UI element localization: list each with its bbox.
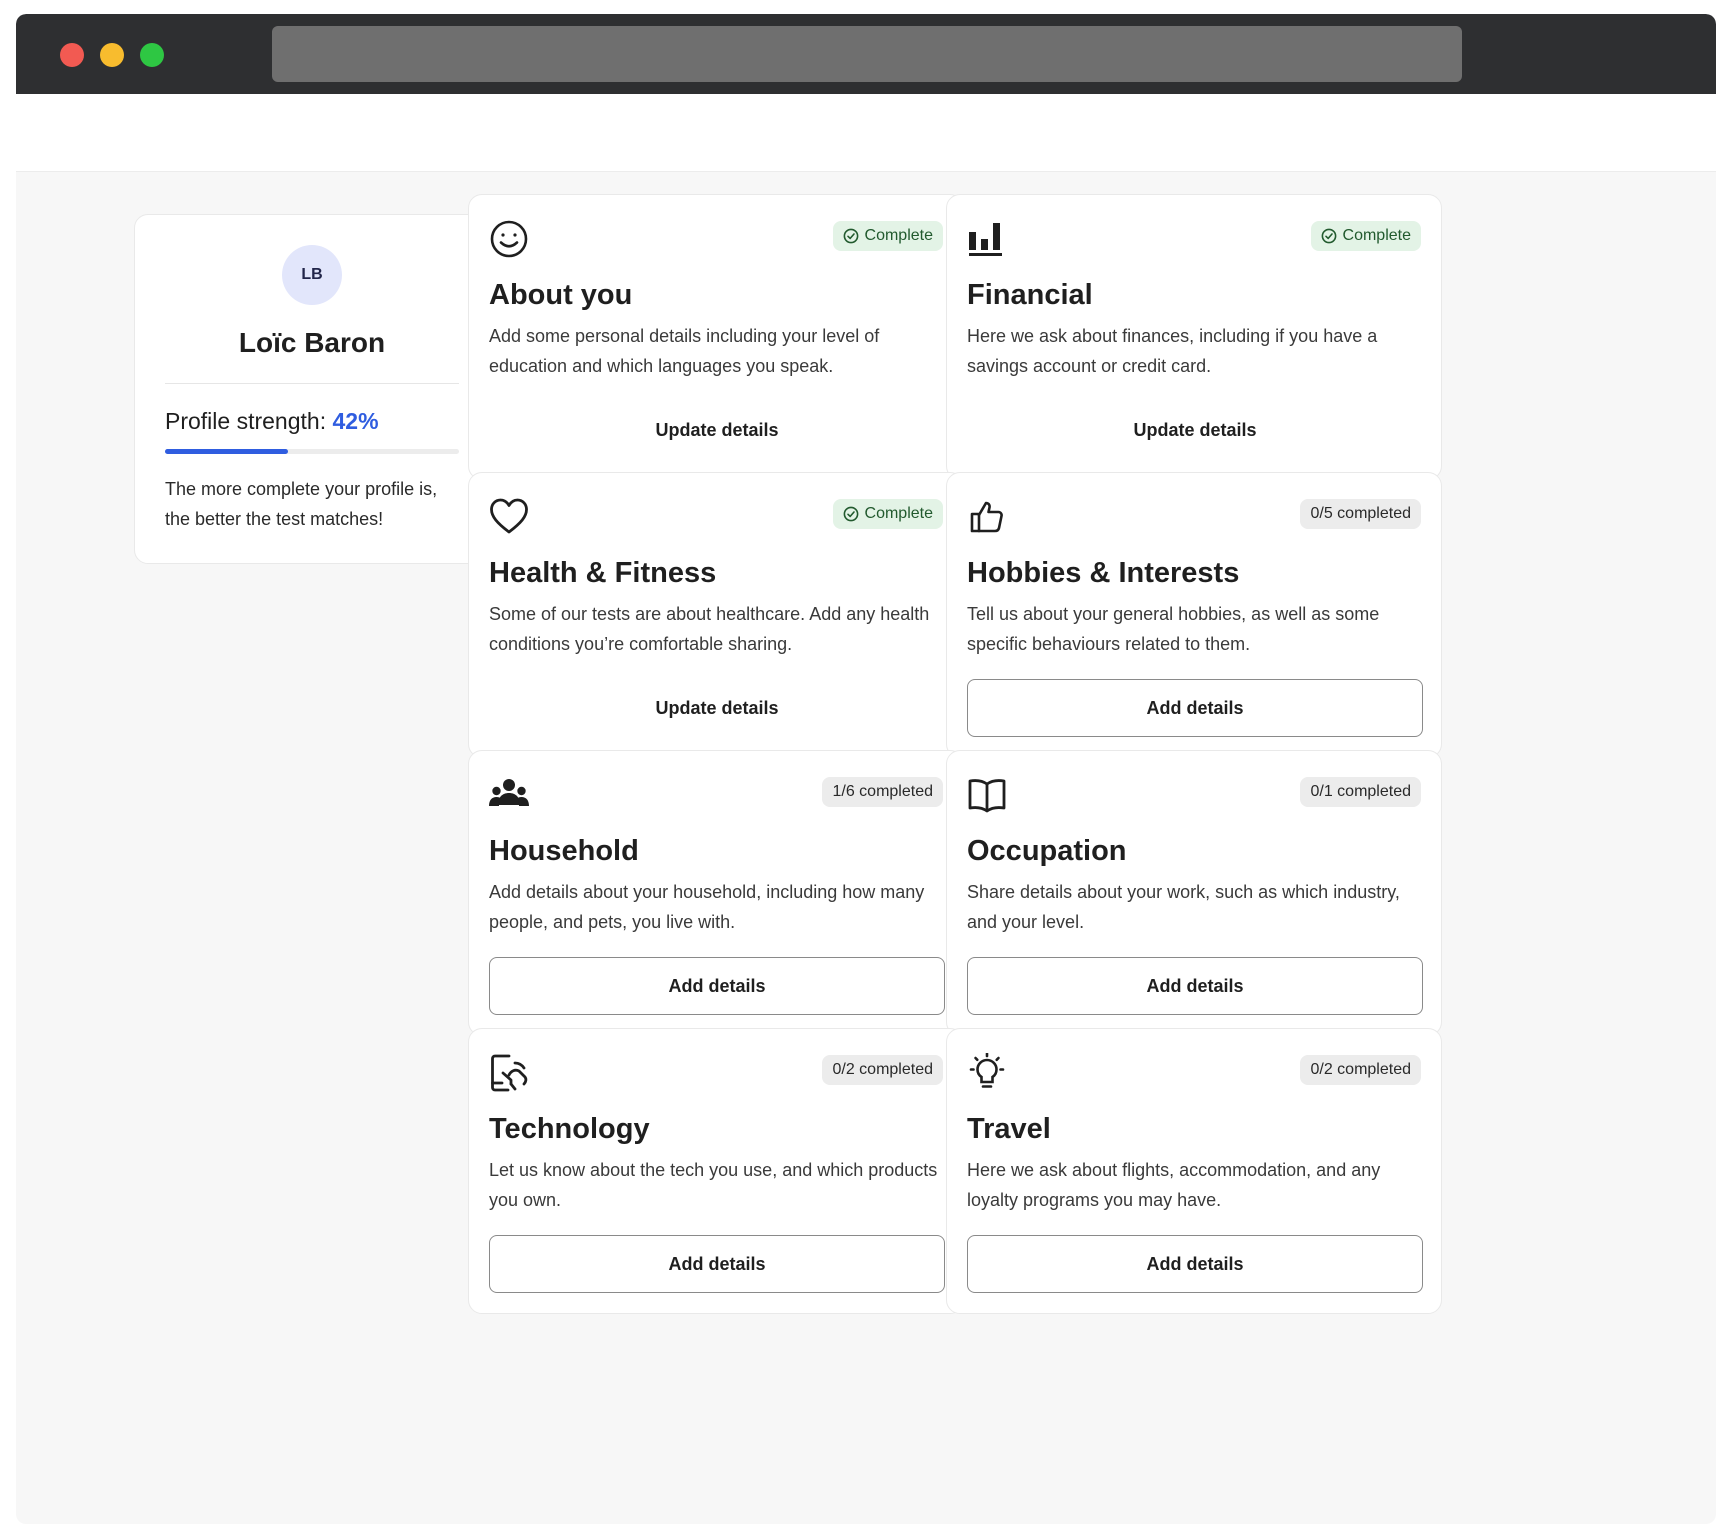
status-badge: 0/2 completed: [822, 1055, 943, 1085]
update-details-button[interactable]: Update details: [967, 401, 1423, 459]
status-badge-label: Complete: [1342, 227, 1411, 244]
status-badge-label: 0/5 completed: [1310, 505, 1411, 522]
card-title: Hobbies & Interests: [967, 557, 1240, 589]
people-icon: [489, 775, 529, 815]
avatar: LB: [282, 245, 342, 305]
lightbulb-icon: [967, 1053, 1007, 1093]
phone-touch-icon: [489, 1053, 529, 1093]
status-badge-label: 1/6 completed: [832, 783, 933, 800]
status-badge-label: 0/2 completed: [832, 1061, 933, 1078]
status-badge: Complete: [832, 221, 943, 251]
close-window-button[interactable]: [60, 43, 84, 67]
card-about-you: Complete About you Add some personal detai…: [468, 194, 964, 480]
card-financial: Complete Financial Here we ask about finan…: [946, 194, 1442, 480]
card-description: Let us know about the tech you use, and …: [489, 1160, 938, 1210]
card-title: Health & Fitness: [489, 557, 717, 589]
card-title: About you: [489, 279, 633, 311]
status-badge-label: Complete: [864, 505, 933, 522]
add-details-button[interactable]: Add details: [489, 1235, 945, 1293]
add-details-button[interactable]: Add details: [967, 957, 1423, 1015]
minimize-window-button[interactable]: [100, 43, 124, 67]
profile-name: Loïc Baron: [238, 327, 386, 358]
card-title: Financial: [967, 279, 1093, 311]
add-details-button[interactable]: Add details: [489, 957, 945, 1015]
maximize-window-button[interactable]: [140, 43, 164, 67]
card-title: Travel: [967, 1113, 1051, 1145]
bar-chart-icon: [967, 219, 1007, 259]
card-title: Technology: [489, 1113, 650, 1145]
card-occupation: 0/1 completed Occupation Share details abo…: [946, 750, 1442, 1036]
profile-strength: Profile strength: 42%: [165, 408, 379, 435]
profile-card: LB Loïc Baron Profile strength: 42% The …: [134, 214, 488, 564]
check-circle-icon: [843, 228, 859, 244]
card-technology: 0/2 completed Technology Let us know about…: [468, 1028, 964, 1314]
profile-strength-label: Profile strength:: [165, 408, 327, 434]
smiley-icon: [489, 219, 529, 259]
update-details-button[interactable]: Update details: [489, 679, 945, 737]
card-description: Share details about your work, such as w…: [967, 882, 1400, 932]
card-description: Add some personal details including your…: [489, 326, 880, 376]
card-hobbies-and-interests: 0/5 completed Hobbies & Interests Tell us …: [946, 472, 1442, 758]
status-badge: 0/2 completed: [1300, 1055, 1421, 1085]
card-description: Some of our tests are about healthcare. …: [489, 604, 930, 654]
check-circle-icon: [843, 506, 859, 522]
status-badge-label: 0/2 completed: [1310, 1061, 1411, 1078]
profile-strength-bar: [165, 449, 459, 454]
card-title: Occupation: [967, 835, 1127, 867]
status-badge: 0/1 completed: [1300, 777, 1421, 807]
add-details-button[interactable]: Add details: [967, 1235, 1423, 1293]
update-details-button[interactable]: Update details: [489, 401, 945, 459]
card-household: 1/6 completed Household Add details about …: [468, 750, 964, 1036]
thumbs-up-icon: [967, 497, 1007, 537]
card-title: Household: [489, 835, 639, 867]
heart-icon: [489, 497, 529, 537]
address-bar[interactable]: [272, 26, 1462, 82]
browser-window: LB Loïc Baron Profile strength: 42% The …: [16, 14, 1716, 1524]
status-badge: Complete: [1310, 221, 1421, 251]
status-badge: 0/5 completed: [1300, 499, 1421, 529]
status-badge-label: Complete: [864, 227, 933, 244]
divider: [165, 383, 459, 384]
page-header: [16, 94, 1716, 172]
card-description: Here we ask about flights, accommodation…: [967, 1160, 1381, 1210]
status-badge: Complete: [832, 499, 943, 529]
profile-strength-value: 42%: [332, 408, 379, 434]
book-icon: [967, 775, 1007, 815]
status-badge-label: 0/1 completed: [1310, 783, 1411, 800]
card-travel: 0/2 completed Travel Here we ask about fli…: [946, 1028, 1442, 1314]
check-circle-icon: [1321, 228, 1337, 244]
profile-note: The more complete your profile is, the b…: [165, 479, 438, 529]
card-description: Add details about your household, includ…: [489, 882, 925, 932]
profile-strength-fill: [165, 449, 289, 454]
add-details-button[interactable]: Add details: [967, 679, 1423, 737]
status-badge: 1/6 completed: [822, 777, 943, 807]
title-bar: [16, 14, 1716, 94]
card-description: Here we ask about finances, including if…: [967, 326, 1378, 376]
card-health-and-fitness: Complete Health & Fitness Some of our test…: [468, 472, 964, 758]
card-description: Tell us about your general hobbies, as w…: [967, 604, 1380, 654]
